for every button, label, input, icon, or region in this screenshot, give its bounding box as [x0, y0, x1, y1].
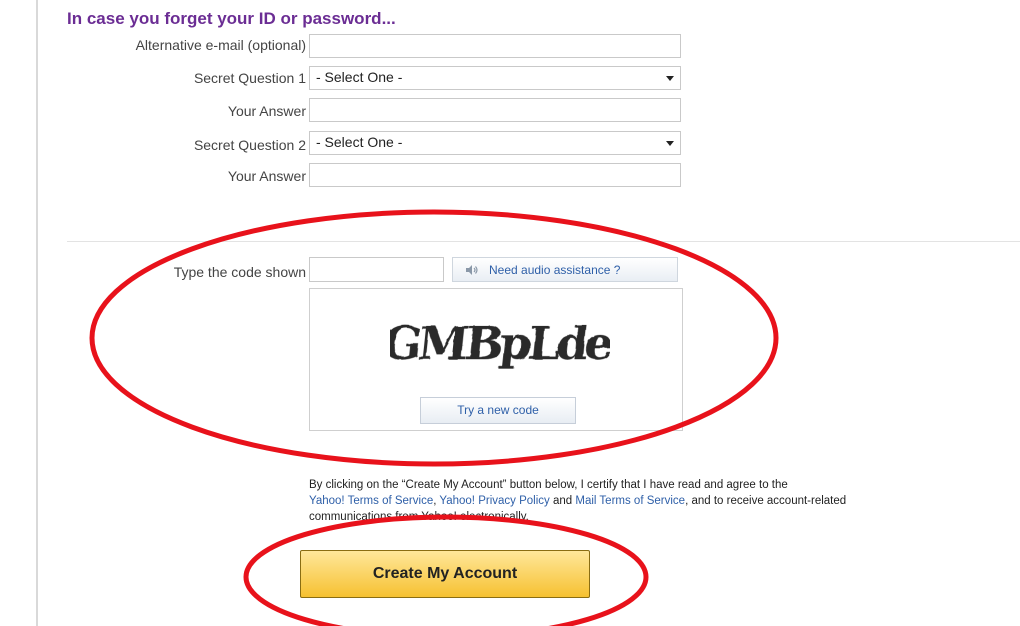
- section-divider: [67, 241, 1020, 242]
- page-left-border: [36, 0, 38, 626]
- secret-question-2-label: Secret Question 2: [193, 137, 306, 153]
- captcha-code-input[interactable]: [309, 257, 444, 282]
- captcha-image: GMBpLde: [390, 316, 610, 370]
- audio-assistance-button[interactable]: Need audio assistance ?: [452, 257, 678, 282]
- secret-question-2-value: - Select One -: [316, 134, 403, 150]
- try-new-code-button[interactable]: Try a new code: [420, 397, 576, 424]
- alt-email-input[interactable]: [309, 34, 681, 58]
- captcha-label: Type the code shown: [173, 264, 306, 280]
- secret-question-1-label: Secret Question 1: [193, 70, 306, 86]
- section-title: In case you forget your ID or password..…: [67, 9, 396, 28]
- secret-question-1-select[interactable]: - Select One -: [309, 66, 681, 90]
- terms-sep-2: and: [549, 495, 576, 507]
- answer-1-label: Your Answer: [227, 103, 306, 119]
- answer-1-input[interactable]: [309, 98, 681, 122]
- answer-2-label: Your Answer: [227, 168, 306, 184]
- speaker-icon: [466, 265, 478, 275]
- mail-tos-link[interactable]: Mail Terms of Service: [575, 495, 685, 507]
- chevron-down-icon: [666, 76, 674, 81]
- terms-paragraph: By clicking on the “Create My Account” b…: [309, 477, 909, 525]
- secret-question-2-select[interactable]: - Select One -: [309, 131, 681, 155]
- audio-assistance-label: Need audio assistance ?: [489, 263, 621, 277]
- tos-link[interactable]: Yahoo! Terms of Service: [309, 495, 433, 507]
- alt-email-label: Alternative e-mail (optional): [135, 37, 306, 53]
- chevron-down-icon: [666, 141, 674, 146]
- create-account-button[interactable]: Create My Account: [300, 550, 590, 598]
- privacy-policy-link[interactable]: Yahoo! Privacy Policy: [439, 495, 549, 507]
- terms-text-1: By clicking on the “Create My Account” b…: [309, 479, 788, 491]
- captcha-panel: GMBpLde Try a new code: [309, 288, 683, 431]
- secret-question-1-value: - Select One -: [316, 69, 403, 85]
- answer-2-input[interactable]: [309, 163, 681, 187]
- captcha-text: GMBpLde: [390, 316, 610, 370]
